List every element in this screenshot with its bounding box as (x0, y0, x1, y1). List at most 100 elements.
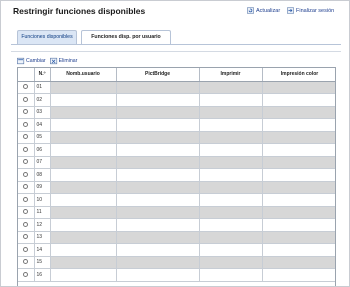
print-cell (199, 168, 263, 182)
table-body: 01 02 03 04 05 06 07 08 09 10 11 12 13 14 15 16 (18, 81, 335, 282)
column-header-number: N.º (34, 68, 51, 82)
pictbridge-cell (116, 81, 200, 94)
row-radio-button[interactable] (23, 259, 29, 265)
tab-funciones-por-usuario[interactable]: Funciones disp. por usuario (81, 30, 171, 44)
color-print-cell (262, 156, 335, 169)
row-radio-button[interactable] (23, 146, 29, 152)
row-select-cell (18, 168, 35, 182)
tab-bar: Funciones disponibles Funciones disp. po… (11, 29, 341, 45)
username-cell (50, 156, 117, 169)
row-number: 13 (34, 231, 51, 244)
row-radio-button[interactable] (23, 234, 29, 240)
row-radio-button[interactable] (23, 109, 29, 115)
color-print-cell (262, 193, 335, 207)
table-row[interactable]: 13 (18, 231, 335, 244)
delete-button[interactable]: Eliminar (49, 57, 78, 65)
toolbar: Cambiar Eliminar (17, 56, 77, 66)
row-number: 16 (34, 268, 51, 282)
pictbridge-cell (116, 218, 200, 232)
print-cell (199, 131, 263, 144)
row-radio-button[interactable] (23, 246, 29, 252)
pictbridge-cell (116, 181, 200, 194)
row-radio-button[interactable] (23, 159, 29, 165)
row-number: 05 (34, 131, 51, 144)
delete-label: Eliminar (58, 58, 78, 64)
refresh-label: Actualizar (256, 7, 281, 14)
row-radio-button[interactable] (23, 221, 29, 227)
row-radio-button[interactable] (23, 96, 29, 102)
table-row[interactable]: 14 (18, 243, 335, 257)
pictbridge-cell (116, 131, 200, 144)
color-print-cell (262, 93, 335, 107)
pictbridge-cell (116, 168, 200, 182)
color-print-cell (262, 81, 335, 94)
logout-button[interactable]: Finalizar sesión (287, 7, 334, 14)
row-radio-button[interactable] (23, 209, 29, 215)
username-cell (50, 93, 117, 107)
row-number: 08 (34, 168, 51, 182)
row-radio-button[interactable] (23, 196, 29, 202)
row-number: 15 (34, 256, 51, 269)
table-row[interactable]: 06 (18, 143, 335, 157)
table-row[interactable]: 02 (18, 93, 335, 107)
column-header-print: Imprimir (199, 68, 263, 82)
tab-funciones-disponibles[interactable]: Funciones disponibles (17, 30, 77, 44)
table-row[interactable]: 04 (18, 118, 335, 132)
table-row[interactable]: 15 (18, 256, 335, 269)
table-row[interactable]: 09 (18, 181, 335, 194)
color-print-cell (262, 218, 335, 232)
table-row[interactable]: 12 (18, 218, 335, 232)
row-number: 12 (34, 218, 51, 232)
row-radio-button[interactable] (23, 184, 29, 190)
color-print-cell (262, 143, 335, 157)
username-cell (50, 218, 117, 232)
pictbridge-cell (116, 193, 200, 207)
window-frame: Restringir funciones disponibles Actuali… (0, 0, 350, 287)
row-select-cell (18, 256, 35, 269)
row-radio-button[interactable] (23, 171, 29, 177)
username-cell (50, 181, 117, 194)
logout-icon (287, 7, 294, 14)
table-row[interactable]: 07 (18, 156, 335, 169)
print-cell (199, 93, 263, 107)
table-row[interactable]: 16 (18, 268, 335, 282)
print-cell (199, 206, 263, 219)
column-header-username: Nomb.usuario (50, 68, 117, 82)
row-number: 04 (34, 118, 51, 132)
divider (11, 51, 341, 52)
page-title: Restringir funciones disponibles (13, 6, 146, 16)
table-row[interactable]: 03 (18, 106, 335, 119)
table-row[interactable]: 01 (18, 81, 335, 94)
row-radio-button[interactable] (23, 271, 29, 277)
color-print-cell (262, 256, 335, 269)
color-print-cell (262, 118, 335, 132)
username-cell (50, 206, 117, 219)
pictbridge-cell (116, 143, 200, 157)
row-select-cell (18, 118, 35, 132)
pictbridge-cell (116, 106, 200, 119)
color-print-cell (262, 181, 335, 194)
color-print-cell (262, 168, 335, 182)
row-radio-button[interactable] (23, 134, 29, 140)
username-cell (50, 118, 117, 132)
table-row[interactable]: 05 (18, 131, 335, 144)
row-number: 01 (34, 81, 51, 94)
user-table: N.º Nomb.usuario PictBridge Imprimir Imp… (17, 67, 336, 286)
row-radio-button[interactable] (23, 84, 29, 90)
change-button[interactable]: Cambiar (17, 57, 46, 65)
row-number: 07 (34, 156, 51, 169)
row-radio-button[interactable] (23, 121, 29, 127)
delete-icon (49, 57, 57, 65)
table-row[interactable]: 10 (18, 193, 335, 207)
refresh-button[interactable]: Actualizar (247, 7, 280, 14)
table-row[interactable]: 11 (18, 206, 335, 219)
print-cell (199, 143, 263, 157)
pictbridge-cell (116, 206, 200, 219)
row-number: 03 (34, 106, 51, 119)
print-cell (199, 106, 263, 119)
column-header-color-print: Impresión color (262, 68, 335, 82)
pictbridge-cell (116, 243, 200, 257)
print-cell (199, 243, 263, 257)
row-select-cell (18, 218, 35, 232)
table-row[interactable]: 08 (18, 168, 335, 182)
